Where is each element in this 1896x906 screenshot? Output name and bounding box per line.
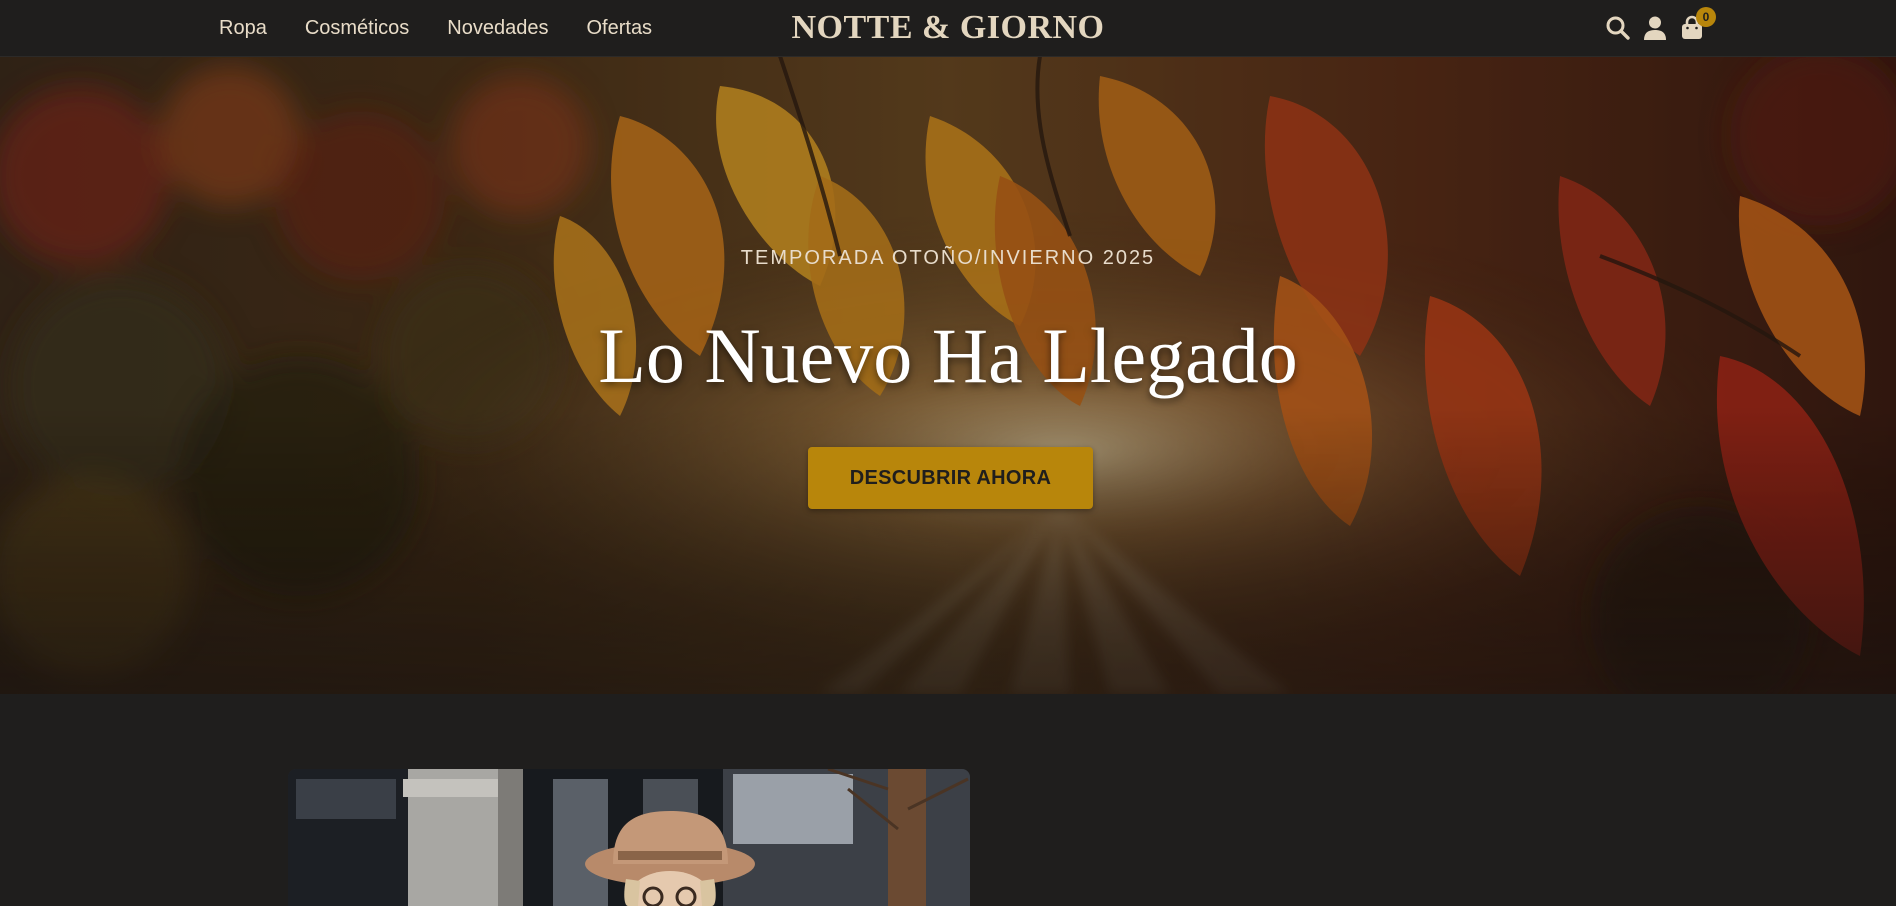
hero-season-label: TEMPORADA OTOÑO/INVIERNO 2025 xyxy=(740,247,1156,269)
header-actions: 0 xyxy=(1604,7,1716,46)
cart-count-badge: 0 xyxy=(1696,7,1716,27)
nav-item-ofertas[interactable]: Ofertas xyxy=(586,17,652,40)
featured-product-image xyxy=(288,769,970,906)
nav-item-novedades[interactable]: Novedades xyxy=(447,17,548,40)
cart-button[interactable]: 0 xyxy=(1678,7,1716,42)
discover-now-button[interactable]: DESCUBRIR AHORA xyxy=(808,447,1093,509)
nav-item-cosmeticos[interactable]: Cosméticos xyxy=(305,17,409,40)
nav-item-ropa[interactable]: Ropa xyxy=(219,17,267,40)
account-button[interactable] xyxy=(1641,14,1669,42)
hero-content: TEMPORADA OTOÑO/INVIERNO 2025 Lo Nuevo H… xyxy=(0,56,1896,694)
featured-product-card[interactable] xyxy=(288,769,970,906)
user-icon xyxy=(1644,16,1666,40)
hero-title: Lo Nuevo Ha Llegado xyxy=(598,312,1298,399)
search-button[interactable] xyxy=(1604,14,1632,42)
brand-logo[interactable]: NOTTE & GIORNO xyxy=(791,9,1104,46)
search-icon xyxy=(1606,16,1630,40)
main-nav: Ropa Cosméticos Novedades Ofertas xyxy=(219,0,652,56)
site-header: Ropa Cosméticos Novedades Ofertas NOTTE … xyxy=(0,0,1896,57)
hero-banner: TEMPORADA OTOÑO/INVIERNO 2025 Lo Nuevo H… xyxy=(0,56,1896,694)
